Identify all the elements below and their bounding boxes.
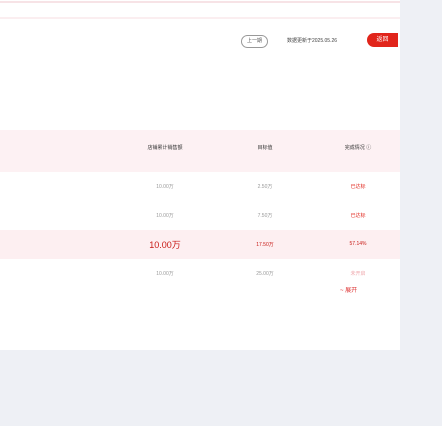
table-row: 10.00万 25.00万 未开启: [0, 259, 400, 288]
rank-panel: 上一期 数据更新于2025.05.26 返回 店铺累计销售额 目标值 完成情况 …: [0, 0, 400, 350]
target-table: 店铺累计销售额 目标值 完成情况 ⓘ 10.00万 2.50万 已达标 10.0…: [0, 130, 400, 288]
column-header-status: 完成情况 ⓘ: [344, 145, 372, 151]
status-cell: 未开启: [350, 271, 366, 277]
divider: [0, 17, 400, 19]
panel-header: 上一期 数据更新于2025.05.26 返回: [0, 30, 400, 52]
status-cell: 57.14%: [349, 241, 367, 247]
divider: [0, 1, 400, 3]
table-row: 10.00万 2.50万 已达标: [0, 172, 400, 201]
back-button[interactable]: 返回: [367, 33, 398, 47]
status-cell: 已达标: [350, 184, 366, 190]
table-row: 10.00万 7.50万 已达标: [0, 201, 400, 230]
expand-button[interactable]: ~ 展开: [340, 285, 357, 294]
table-header: 店铺累计销售额 目标值 完成情况 ⓘ: [0, 130, 400, 172]
prev-period-button[interactable]: 上一期: [241, 35, 269, 48]
status-cell: 已达标: [350, 213, 366, 219]
update-time-text: 数据更新于2025.05.26: [287, 38, 338, 44]
table-row-current: 10.00万 17.50万 57.14%: [0, 230, 400, 259]
